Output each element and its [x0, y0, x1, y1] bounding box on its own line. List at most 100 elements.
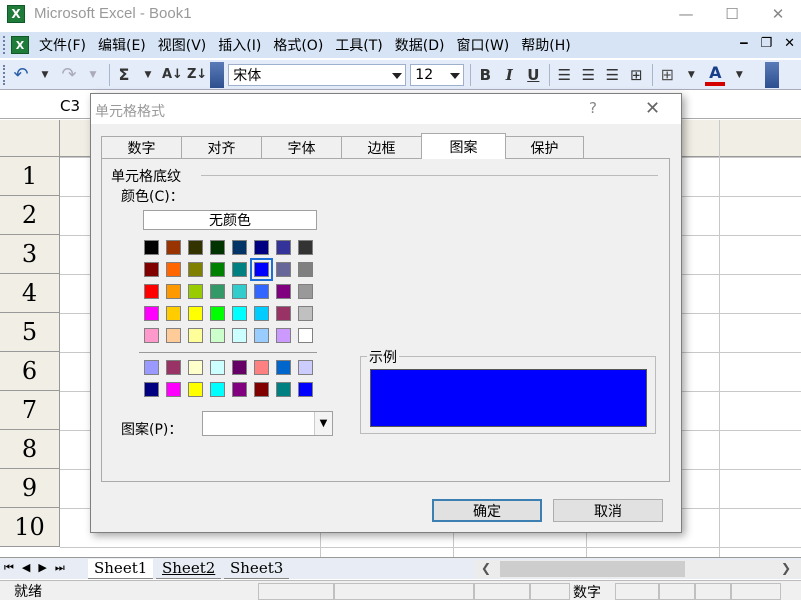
- row-header[interactable]: 10: [0, 508, 60, 547]
- sort-ascending-button[interactable]: A↓: [162, 64, 183, 86]
- color-swatch[interactable]: [276, 240, 291, 255]
- color-swatch[interactable]: [210, 284, 225, 299]
- color-swatch[interactable]: [276, 382, 291, 397]
- first-sheet-icon[interactable]: ⏮: [4, 561, 14, 575]
- align-right-button[interactable]: ☰: [602, 64, 622, 86]
- scroll-left-icon[interactable]: ❮: [481, 561, 491, 575]
- color-swatch[interactable]: [232, 360, 247, 375]
- name-box[interactable]: C3: [0, 93, 90, 119]
- doc-minimize-icon[interactable]: ‒: [739, 36, 748, 51]
- font-name-combobox[interactable]: 宋体: [228, 63, 407, 86]
- redo-button[interactable]: ↷: [59, 64, 79, 86]
- color-swatch[interactable]: [166, 328, 181, 343]
- color-swatch[interactable]: [210, 240, 225, 255]
- no-color-button[interactable]: 无颜色: [143, 210, 317, 230]
- color-swatch[interactable]: [298, 284, 313, 299]
- color-swatch[interactable]: [188, 240, 203, 255]
- autosum-dropdown-icon[interactable]: ▼: [138, 64, 158, 86]
- close-button[interactable]: ✕: [755, 0, 801, 27]
- color-swatch[interactable]: [254, 306, 269, 321]
- color-swatch[interactable]: [144, 284, 159, 299]
- font-color-button[interactable]: A: [705, 63, 726, 86]
- color-swatch[interactable]: [210, 360, 225, 375]
- color-swatch[interactable]: [166, 240, 181, 255]
- pattern-dropdown[interactable]: ▼: [202, 411, 333, 436]
- color-swatch[interactable]: [210, 306, 225, 321]
- color-swatch[interactable]: [166, 284, 181, 299]
- color-swatch[interactable]: [298, 262, 313, 277]
- row-header[interactable]: 8: [0, 430, 60, 469]
- menu-insert[interactable]: 插入(I): [218, 35, 261, 55]
- color-swatch[interactable]: [298, 328, 313, 343]
- borders-dropdown-icon[interactable]: ▼: [681, 64, 701, 86]
- tab-font[interactable]: 字体: [261, 136, 342, 158]
- tab-alignment[interactable]: 对齐: [181, 136, 262, 158]
- color-swatch[interactable]: [144, 360, 159, 375]
- color-swatch[interactable]: [188, 382, 203, 397]
- font-color-dropdown-icon[interactable]: ▼: [729, 64, 749, 86]
- row-header[interactable]: 2: [0, 196, 60, 235]
- color-swatch[interactable]: [254, 284, 269, 299]
- font-size-combobox[interactable]: 12: [410, 63, 465, 86]
- color-swatch[interactable]: [144, 382, 159, 397]
- tab-protection[interactable]: 保护: [505, 136, 584, 158]
- color-swatch[interactable]: [276, 284, 291, 299]
- color-swatch[interactable]: [232, 284, 247, 299]
- undo-button[interactable]: ↶: [11, 64, 31, 86]
- color-swatch[interactable]: [188, 328, 203, 343]
- menu-file[interactable]: 文件(F): [39, 35, 86, 55]
- color-swatch[interactable]: [232, 328, 247, 343]
- color-swatch[interactable]: [144, 262, 159, 277]
- font-size-dropdown-icon[interactable]: [450, 72, 461, 79]
- font-name-dropdown-icon[interactable]: [392, 72, 403, 79]
- bold-button[interactable]: B: [475, 64, 495, 86]
- color-swatch[interactable]: [250, 258, 273, 281]
- row-header[interactable]: 9: [0, 469, 60, 508]
- help-icon[interactable]: ?: [589, 99, 597, 117]
- maximize-button[interactable]: ☐: [709, 0, 755, 27]
- color-swatch[interactable]: [232, 240, 247, 255]
- sheet-tab-sheet2[interactable]: Sheet2: [156, 559, 222, 579]
- scroll-right-icon[interactable]: ❯: [781, 561, 791, 575]
- autosum-button[interactable]: Σ: [114, 64, 134, 86]
- color-swatch[interactable]: [210, 328, 225, 343]
- italic-button[interactable]: I: [499, 64, 519, 86]
- color-swatch[interactable]: [254, 328, 269, 343]
- horizontal-scrollbar[interactable]: ❮ ❯: [475, 560, 801, 578]
- prev-sheet-icon[interactable]: ◀: [22, 561, 30, 575]
- ok-button[interactable]: 确定: [432, 499, 542, 522]
- color-swatch[interactable]: [188, 262, 203, 277]
- row-header[interactable]: 5: [0, 313, 60, 352]
- menu-edit[interactable]: 编辑(E): [98, 35, 146, 55]
- color-swatch[interactable]: [166, 262, 181, 277]
- workbook-icon[interactable]: X: [11, 36, 29, 54]
- toolbar-grip[interactable]: [3, 64, 7, 85]
- merge-center-button[interactable]: ⊞: [626, 64, 646, 86]
- redo-dropdown-icon[interactable]: ▼: [83, 64, 103, 86]
- color-swatch[interactable]: [144, 306, 159, 321]
- color-swatch[interactable]: [144, 240, 159, 255]
- tab-patterns[interactable]: 图案: [421, 133, 506, 159]
- tab-border[interactable]: 边框: [341, 136, 422, 158]
- align-left-button[interactable]: ☰: [554, 64, 574, 86]
- color-swatch[interactable]: [210, 382, 225, 397]
- row-header[interactable]: 4: [0, 274, 60, 313]
- align-center-button[interactable]: ☰: [578, 64, 598, 86]
- color-swatch[interactable]: [144, 328, 159, 343]
- dialog-title-bar[interactable]: 单元格格式 ? ✕: [91, 94, 681, 124]
- row-header[interactable]: 7: [0, 391, 60, 430]
- menu-format[interactable]: 格式(O): [273, 35, 323, 55]
- color-swatch[interactable]: [254, 240, 269, 255]
- menu-window[interactable]: 窗口(W): [457, 35, 510, 55]
- color-swatch[interactable]: [276, 360, 291, 375]
- chevron-down-icon[interactable]: ▼: [314, 412, 332, 435]
- color-swatch[interactable]: [254, 382, 269, 397]
- color-swatch[interactable]: [298, 306, 313, 321]
- cancel-button[interactable]: 取消: [553, 499, 663, 522]
- row-header[interactable]: 1: [0, 157, 60, 196]
- color-swatch[interactable]: [298, 240, 313, 255]
- menu-view[interactable]: 视图(V): [158, 35, 207, 55]
- color-swatch[interactable]: [188, 306, 203, 321]
- color-swatch[interactable]: [276, 306, 291, 321]
- menu-help[interactable]: 帮助(H): [521, 35, 570, 55]
